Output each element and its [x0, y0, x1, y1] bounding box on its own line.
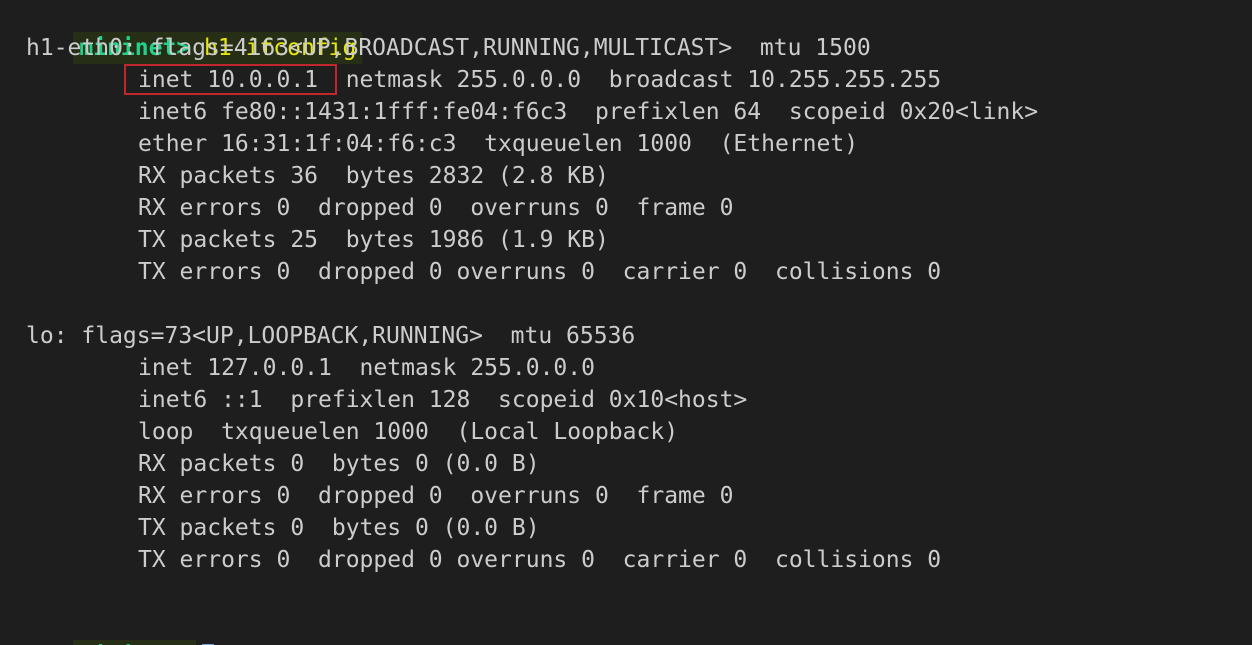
output-line-rx-packets: RX packets 36 bytes 2832 (2.8 KB) — [138, 163, 609, 189]
prompt-highlight: mininet> — [73, 640, 197, 645]
output-line-inet6: inet6 fe80::1431:1fff:fe04:f6c3 prefixle… — [138, 99, 1039, 125]
output-line-lo-rx-errors: RX errors 0 dropped 0 overruns 0 frame 0 — [138, 483, 734, 509]
output-line-tx-errors: TX errors 0 dropped 0 overruns 0 carrier… — [138, 259, 942, 285]
output-line-rx-errors: RX errors 0 dropped 0 overruns 0 frame 0 — [138, 195, 734, 221]
output-line-lo-rx-packets: RX packets 0 bytes 0 (0.0 B) — [138, 451, 540, 477]
output-line-tx-packets: TX packets 25 bytes 1986 (1.9 KB) — [138, 227, 609, 253]
output-line-lo-inet6: inet6 ::1 prefixlen 128 scopeid 0x10<hos… — [138, 387, 748, 413]
output-line-interface-header: h1-eth0: flags=4163<UP,BROADCAST,RUNNING… — [26, 35, 871, 61]
terminal-window[interactable]: mininet> h1 ifconfig h1-eth0: flags=4163… — [0, 0, 1252, 645]
input-line[interactable]: mininet> — [0, 608, 215, 645]
output-line-lo-loop: loop txqueuelen 1000 (Local Loopback) — [138, 419, 679, 445]
output-line-lo-tx-packets: TX packets 0 bytes 0 (0.0 B) — [138, 515, 540, 541]
inet-address-highlight-box — [124, 64, 337, 95]
output-line-lo-inet: inet 127.0.0.1 netmask 255.0.0.0 — [138, 355, 595, 381]
output-line-lo-header: lo: flags=73<UP,LOOPBACK,RUNNING> mtu 65… — [26, 323, 636, 349]
output-line-ether: ether 16:31:1f:04:f6:c3 txqueuelen 1000 … — [138, 131, 859, 157]
output-line-lo-tx-errors: TX errors 0 dropped 0 overruns 0 carrier… — [138, 547, 942, 573]
command-line: mininet> h1 ifconfig — [0, 0, 363, 64]
